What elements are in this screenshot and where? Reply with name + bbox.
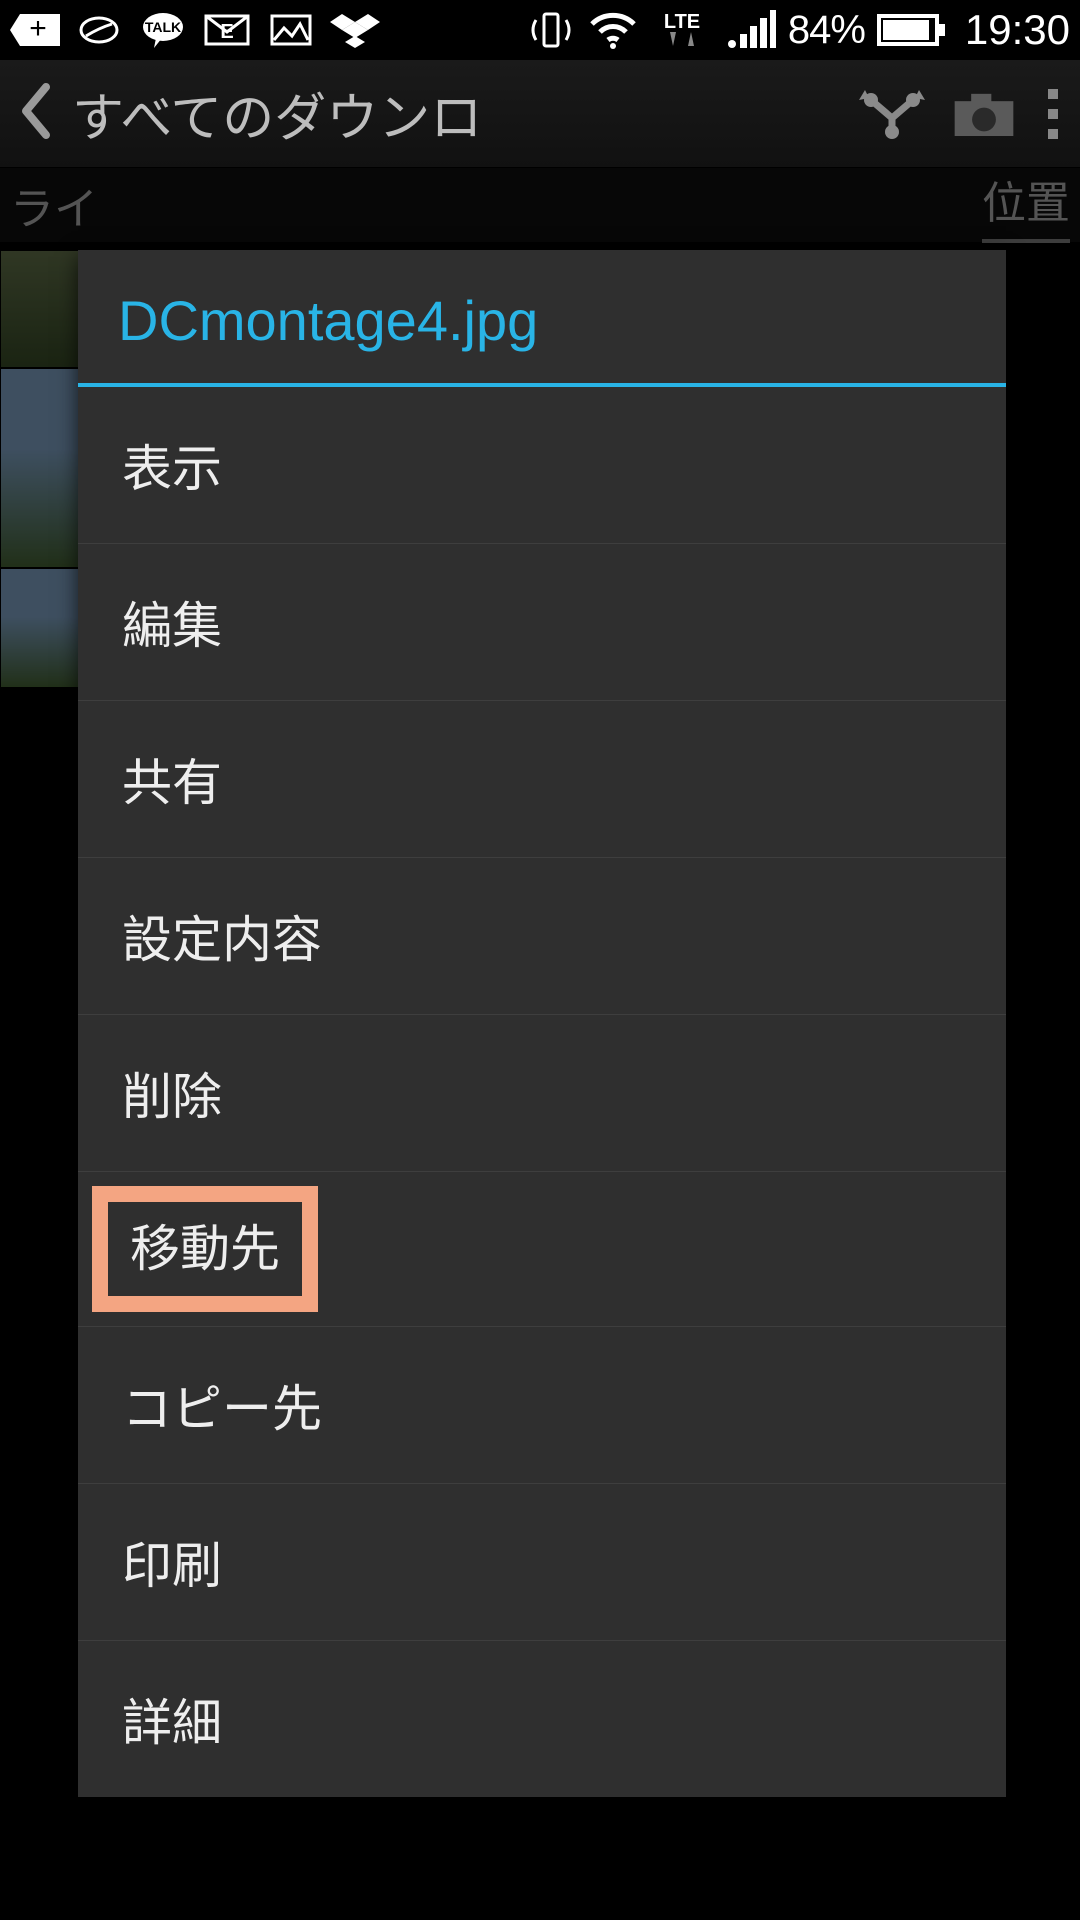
status-bar: + TALK E LTE 84%: [0, 0, 1080, 60]
menu-item-delete[interactable]: 削除: [78, 1015, 1006, 1172]
header-title: すべてのダウンロ: [72, 76, 482, 151]
menu-item-share[interactable]: 共有: [78, 701, 1006, 858]
add-tag-icon: +: [10, 10, 60, 50]
dropbox-icon: [330, 10, 380, 50]
menu-item-details[interactable]: 詳細: [78, 1641, 1006, 1797]
dialog-title: DCmontage4.jpg: [78, 250, 1006, 387]
status-left: + TALK E: [10, 10, 380, 50]
image-icon: [266, 10, 316, 50]
share-icon[interactable]: [854, 84, 930, 144]
signal-icon: [726, 10, 776, 50]
menu-item-move-to[interactable]: 移動先: [78, 1172, 1006, 1327]
svg-text:TALK: TALK: [145, 19, 181, 35]
status-right: LTE 84% 19:30: [526, 6, 1070, 54]
lte-data-icon: LTE: [650, 10, 714, 50]
menu-item-set-as[interactable]: 設定内容: [78, 858, 1006, 1015]
back-button[interactable]: [16, 83, 56, 144]
svg-text:E: E: [220, 21, 233, 43]
battery-percentage: 84%: [788, 8, 865, 53]
app-header: すべてのダウンロ: [0, 60, 1080, 168]
talk-bubble-icon: TALK: [138, 10, 188, 50]
vibrate-icon: [526, 10, 576, 50]
leaf-icon: [74, 10, 124, 50]
camera-icon[interactable]: [946, 84, 1022, 144]
menu-item-label: 移動先: [130, 1221, 280, 1277]
menu-item-copy-to[interactable]: コピー先: [78, 1327, 1006, 1484]
menu-item-print[interactable]: 印刷: [78, 1484, 1006, 1641]
context-menu-dialog: DCmontage4.jpg 表示 編集 共有 設定内容 削除 移動先 コピー先…: [78, 250, 1006, 1797]
clock-text: 19:30: [965, 6, 1070, 54]
overflow-menu-icon[interactable]: [1048, 89, 1058, 139]
envelope-e-icon: E: [202, 10, 252, 50]
menu-item-view[interactable]: 表示: [78, 387, 1006, 544]
lte-text: LTE: [664, 11, 700, 33]
wifi-icon: [588, 10, 638, 50]
highlight-frame: 移動先: [92, 1186, 318, 1312]
battery-icon: [877, 10, 947, 50]
svg-text:+: +: [29, 12, 47, 45]
menu-item-edit[interactable]: 編集: [78, 544, 1006, 701]
